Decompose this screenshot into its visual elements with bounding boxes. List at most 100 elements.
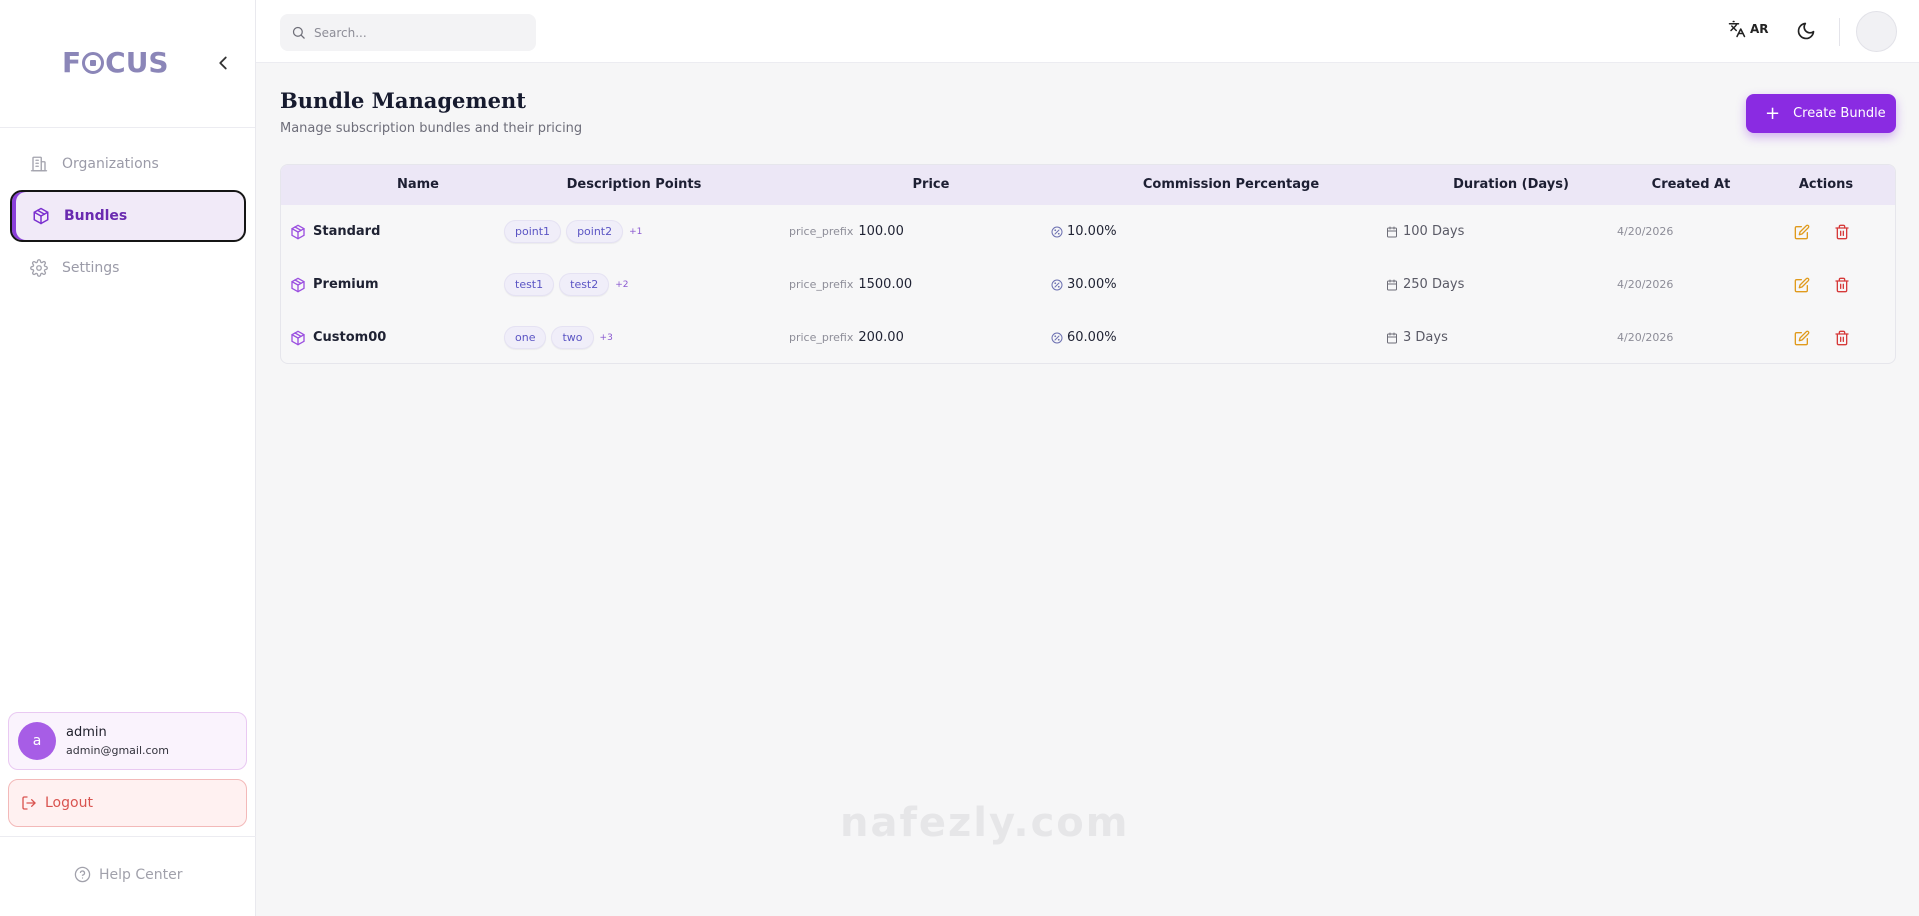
commission-value: 10.00% bbox=[1067, 224, 1117, 239]
trash-icon[interactable] bbox=[1834, 224, 1850, 240]
created-at-cell: 4/20/2026 bbox=[1617, 205, 1673, 258]
search-icon bbox=[292, 26, 305, 39]
collapse-sidebar-button[interactable] bbox=[212, 52, 234, 74]
name-cell: Custom00 bbox=[290, 311, 387, 363]
header-commission: Commission Percentage bbox=[1142, 177, 1320, 192]
commission-cell: 60.00% bbox=[1051, 311, 1117, 363]
created-at-cell: 4/20/2026 bbox=[1617, 311, 1673, 363]
user-name: admin bbox=[66, 725, 107, 740]
duration-cell: 100 Days bbox=[1386, 205, 1464, 258]
point-chip: test2 bbox=[559, 273, 610, 296]
search-box[interactable] bbox=[280, 14, 536, 51]
actions-cell bbox=[1794, 311, 1850, 363]
logout-button[interactable]: Logout bbox=[8, 779, 247, 827]
duration-value: 3 Days bbox=[1403, 330, 1448, 345]
price-value: 100.00 bbox=[858, 224, 904, 239]
logo-row: F CUS bbox=[0, 0, 255, 128]
logo-o-mark-icon bbox=[82, 52, 105, 74]
cube-icon bbox=[33, 207, 49, 225]
calendar-icon bbox=[1387, 332, 1397, 343]
table-row: Premium test1 test2 +2 price_prefix 1500… bbox=[281, 258, 1895, 311]
avatar: a bbox=[18, 722, 56, 760]
table-header: Name Description Points Price Commission… bbox=[281, 165, 1895, 205]
trash-icon[interactable] bbox=[1834, 277, 1850, 293]
help-circle-icon bbox=[74, 866, 91, 883]
price-cell: price_prefix 200.00 bbox=[789, 311, 904, 363]
commission-value: 60.00% bbox=[1067, 330, 1117, 345]
created-at-value: 4/20/2026 bbox=[1617, 225, 1674, 238]
calendar-icon bbox=[1387, 226, 1397, 237]
header-duration: Duration (Days) bbox=[1453, 177, 1569, 192]
bundles-table: Name Description Points Price Commission… bbox=[280, 164, 1896, 364]
user-card[interactable]: a admin admin@gmail.com bbox=[8, 712, 247, 770]
points-cell: one two +3 bbox=[504, 311, 613, 363]
sidebar: F CUS Organizations Bundles Settings a ad… bbox=[0, 0, 256, 916]
created-at-cell: 4/20/2026 bbox=[1617, 258, 1673, 311]
building-icon bbox=[30, 156, 48, 172]
page-title: Bundle Management bbox=[280, 88, 526, 113]
sidebar-item-bundles[interactable]: Bundles bbox=[10, 190, 246, 242]
created-at-value: 4/20/2026 bbox=[1617, 278, 1674, 291]
cube-icon bbox=[291, 277, 305, 292]
divider bbox=[1839, 18, 1840, 46]
chevron-left-icon bbox=[219, 56, 227, 70]
focus-logo[interactable]: F CUS bbox=[62, 46, 169, 79]
search-input[interactable] bbox=[314, 25, 514, 40]
edit-icon[interactable] bbox=[1794, 224, 1810, 240]
actions-cell bbox=[1794, 258, 1850, 311]
logo-text-right: CUS bbox=[105, 46, 169, 79]
sidebar-item-label: Bundles bbox=[64, 208, 128, 224]
logo-text-left: F bbox=[62, 46, 82, 79]
points-cell: point1 point2 +1 bbox=[504, 205, 642, 258]
translate-icon bbox=[1728, 20, 1746, 38]
header-created-at: Created At bbox=[1651, 177, 1731, 192]
bundle-name: Standard bbox=[313, 224, 381, 239]
duration-value: 250 Days bbox=[1403, 277, 1465, 292]
price-value: 1500.00 bbox=[858, 277, 913, 292]
commission-cell: 30.00% bbox=[1051, 258, 1117, 311]
more-points-badge: +1 bbox=[629, 226, 643, 237]
duration-cell: 3 Days bbox=[1386, 311, 1448, 363]
edit-icon[interactable] bbox=[1794, 277, 1810, 293]
name-cell: Premium bbox=[290, 258, 379, 311]
bundle-name: Custom00 bbox=[313, 330, 387, 345]
trash-icon[interactable] bbox=[1834, 330, 1850, 346]
profile-avatar[interactable] bbox=[1856, 11, 1897, 52]
header-description-points: Description Points bbox=[566, 177, 702, 192]
user-email: admin@gmail.com bbox=[66, 744, 170, 757]
create-bundle-button[interactable]: + Create Bundle bbox=[1746, 94, 1896, 133]
commission-value: 30.00% bbox=[1067, 277, 1117, 292]
logout-icon bbox=[22, 796, 36, 810]
percent-circle-icon bbox=[1051, 279, 1063, 290]
edit-icon[interactable] bbox=[1794, 330, 1810, 346]
bundle-name: Premium bbox=[313, 277, 379, 292]
points-cell: test1 test2 +2 bbox=[504, 258, 629, 311]
price-cell: price_prefix 100.00 bbox=[789, 205, 904, 258]
point-chip: test1 bbox=[504, 273, 555, 296]
divider bbox=[0, 836, 256, 837]
commission-cell: 10.00% bbox=[1051, 205, 1117, 258]
header-name: Name bbox=[396, 177, 439, 192]
user-info: admin admin@gmail.com bbox=[66, 725, 169, 757]
calendar-icon bbox=[1387, 279, 1397, 290]
sidebar-item-settings[interactable]: Settings bbox=[10, 242, 246, 294]
name-cell: Standard bbox=[290, 205, 380, 258]
language-label: AR bbox=[1750, 22, 1769, 36]
gear-icon bbox=[30, 259, 48, 277]
table-row: Standard point1 point2 +1 price_prefix 1… bbox=[281, 205, 1895, 258]
help-center-link[interactable]: Help Center bbox=[74, 866, 183, 883]
sidebar-item-organizations[interactable]: Organizations bbox=[10, 138, 246, 190]
language-switch[interactable]: AR bbox=[1728, 20, 1769, 38]
point-chip: point2 bbox=[566, 220, 624, 243]
duration-cell: 250 Days bbox=[1386, 258, 1464, 311]
dark-mode-toggle[interactable] bbox=[1796, 21, 1816, 41]
table-row: Custom00 one two +3 price_prefix 200.00 … bbox=[281, 311, 1895, 363]
sidebar-item-label: Organizations bbox=[62, 156, 159, 172]
cube-icon bbox=[291, 330, 305, 345]
watermark: nafezly.com bbox=[840, 800, 1130, 846]
price-prefix: price_prefix bbox=[789, 225, 854, 238]
create-bundle-label: Create Bundle bbox=[1793, 106, 1886, 121]
point-chip: point1 bbox=[504, 220, 562, 243]
logout-label: Logout bbox=[45, 795, 93, 811]
header-price: Price bbox=[912, 177, 950, 192]
